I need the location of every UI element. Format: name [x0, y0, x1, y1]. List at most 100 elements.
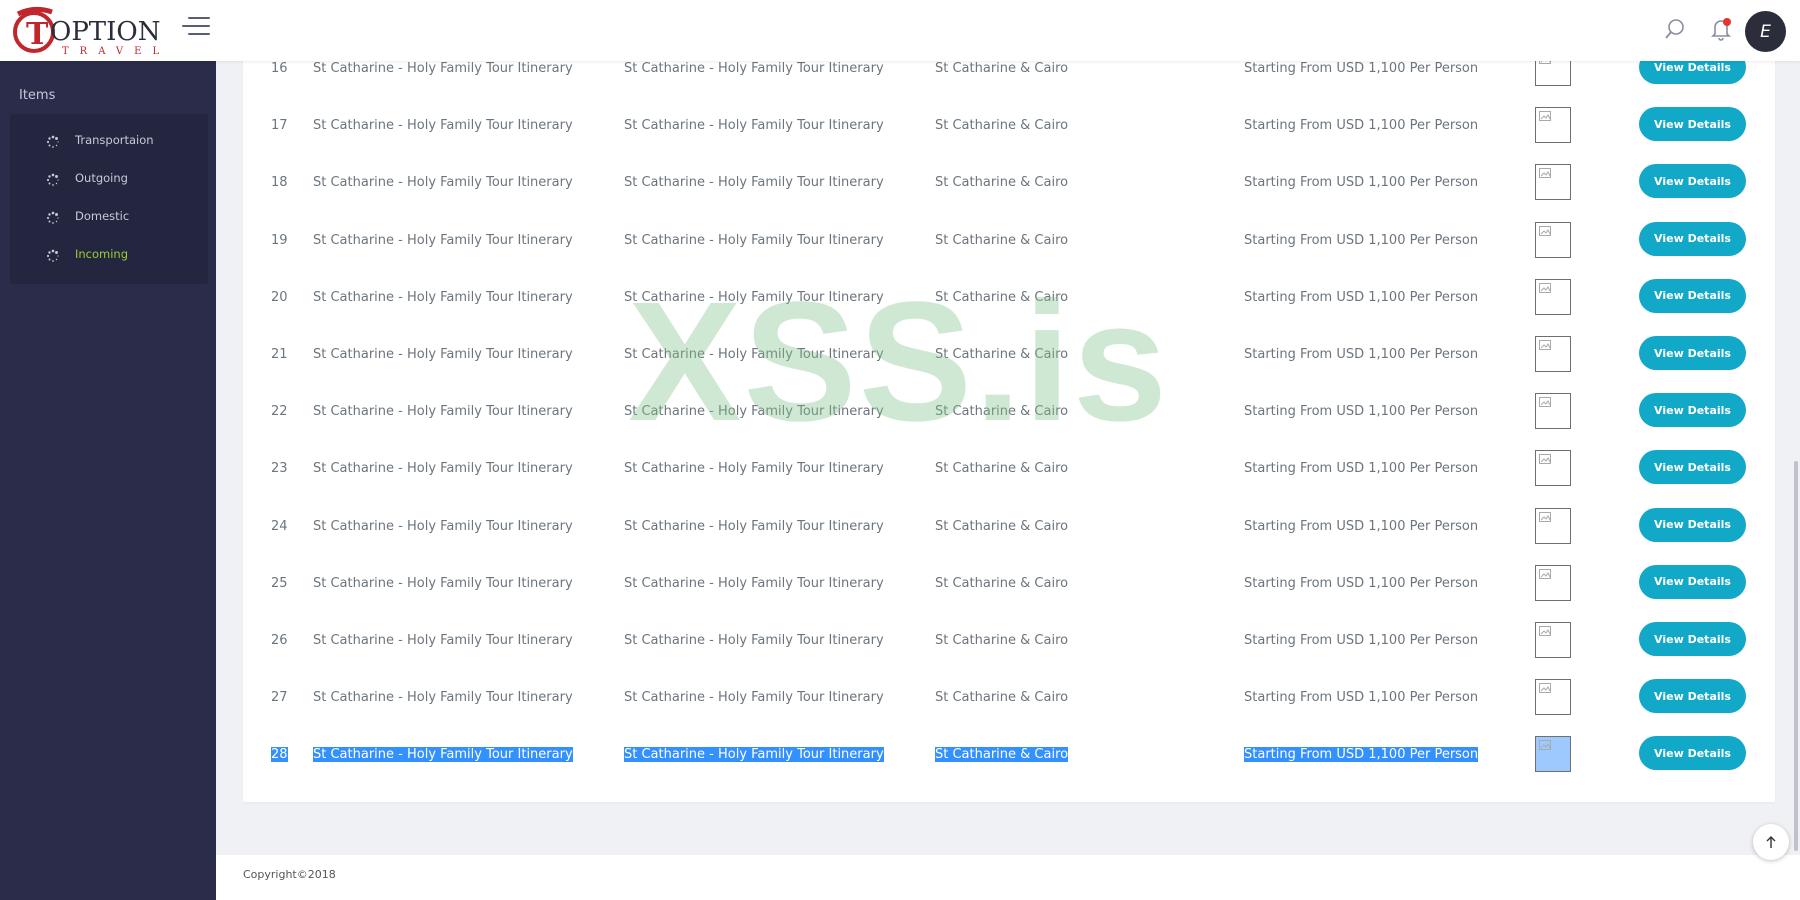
view-details-button[interactable]: View Details [1639, 507, 1746, 542]
broken-image-icon [1535, 679, 1571, 716]
row-number: 27 [271, 690, 288, 706]
tour-destination: St Catharine & Cairo [935, 289, 1069, 305]
spinner-icon [46, 172, 60, 186]
sidebar-item-incoming[interactable]: Incoming [10, 236, 208, 274]
arrow-up-icon [1766, 836, 1776, 848]
row-number: 22 [271, 404, 288, 420]
row-number: 26 [271, 633, 288, 648]
tour-name: St Catharine - Holy Family Tour Itinerar… [313, 118, 573, 134]
tour-destination: St Catharine & Cairo [935, 232, 1069, 248]
view-details-button[interactable]: View Details [1639, 679, 1746, 714]
notification-badge [1723, 18, 1731, 26]
top-header: T OPTION TRAVEL E [0, 0, 1800, 61]
view-details-button[interactable]: View Details [1639, 736, 1746, 771]
table-row: 20 St Catharine - Holy Family Tour Itiner… [243, 278, 1775, 336]
tour-title: St Catharine - Holy Family Tour Itinerar… [624, 232, 884, 248]
row-number: 20 [271, 289, 288, 305]
broken-image-icon [1535, 507, 1571, 544]
brand-logo[interactable]: T OPTION TRAVEL [12, 4, 172, 57]
broken-image-icon [1535, 336, 1571, 372]
spinner-icon [46, 248, 60, 262]
table-row: 17 St Catharine - Holy Family Tour Itiner… [243, 107, 1775, 164]
sidebar-item-outgoing[interactable]: Outgoing [10, 160, 208, 198]
view-details-button[interactable]: View Details [1639, 107, 1746, 142]
row-number: 28 [271, 747, 288, 763]
tour-name: St Catharine - Holy Family Tour Itinerar… [313, 575, 573, 591]
view-details-button[interactable]: View Details [1639, 564, 1746, 599]
logo-text: OPTION [50, 17, 161, 47]
view-details-button[interactable]: View Details [1639, 622, 1746, 656]
broken-image-icon [1535, 107, 1571, 144]
broken-image-icon [1535, 736, 1571, 773]
tour-name: St Catharine - Holy Family Tour Itinerar… [313, 347, 573, 362]
tour-destination: St Catharine & Cairo [935, 347, 1069, 362]
tour-name: St Catharine - Holy Family Tour Itinerar… [313, 747, 573, 763]
table-row: 28 St Catharine - Holy Family Tour Itiner… [243, 736, 1775, 793]
broken-image-icon [1535, 278, 1571, 315]
row-number: 21 [271, 347, 288, 362]
scrollbar-thumb[interactable] [1794, 461, 1798, 851]
sidebar: Items Transportaion Outgoing Domestic In… [0, 0, 216, 900]
view-details-button[interactable]: View Details [1639, 450, 1746, 485]
broken-image-icon [1535, 564, 1571, 601]
tour-title: St Catharine - Holy Family Tour Itinerar… [624, 175, 884, 191]
logo-subtext: TRAVEL [62, 46, 170, 56]
logo-initial: T [26, 17, 49, 52]
table-row: 26 St Catharine - Holy Family Tour Itiner… [243, 622, 1775, 679]
row-number: 19 [271, 232, 288, 248]
tour-price: Starting From USD 1,100 Per Person [1244, 118, 1479, 134]
tour-destination: St Catharine & Cairo [935, 575, 1069, 591]
tour-title: St Catharine - Holy Family Tour Itinerar… [624, 575, 884, 591]
tour-title: St Catharine - Holy Family Tour Itinerar… [624, 461, 884, 477]
tour-price: Starting From USD 1,100 Per Person [1244, 575, 1479, 591]
tour-destination: St Catharine & Cairo [935, 461, 1069, 477]
table-row: 18 St Catharine - Holy Family Tour Itiner… [243, 164, 1775, 221]
tour-price: Starting From USD 1,100 Per Person [1244, 404, 1479, 420]
tour-price: Starting From USD 1,100 Per Person [1244, 633, 1479, 648]
tour-name: St Catharine - Holy Family Tour Itinerar… [313, 61, 573, 76]
row-number: 17 [271, 118, 288, 134]
table-row: 22 St Catharine - Holy Family Tour Itiner… [243, 393, 1775, 450]
tour-name: St Catharine - Holy Family Tour Itinerar… [313, 289, 573, 305]
sidebar-item-label: Transportaion [75, 133, 154, 147]
tour-title: St Catharine - Holy Family Tour Itinerar… [624, 690, 884, 706]
tour-destination: St Catharine & Cairo [935, 690, 1069, 706]
back-to-top-button[interactable] [1753, 824, 1789, 860]
view-details-button[interactable]: View Details [1639, 336, 1746, 370]
tour-destination: St Catharine & Cairo [935, 404, 1069, 420]
row-number: 24 [271, 518, 288, 534]
tour-name: St Catharine - Holy Family Tour Itinerar… [313, 404, 573, 420]
hamburger-icon[interactable] [182, 16, 210, 36]
avatar[interactable]: E [1745, 11, 1786, 52]
broken-image-icon [1535, 622, 1571, 658]
tour-destination: St Catharine & Cairo [935, 118, 1069, 134]
tour-destination: St Catharine & Cairo [935, 175, 1069, 191]
view-details-button[interactable]: View Details [1639, 164, 1746, 199]
tour-price: Starting From USD 1,100 Per Person [1244, 175, 1479, 191]
tour-name: St Catharine - Holy Family Tour Itinerar… [313, 232, 573, 248]
row-number: 23 [271, 461, 288, 477]
view-details-button[interactable]: View Details [1639, 221, 1746, 256]
tour-destination: St Catharine & Cairo [935, 518, 1069, 534]
row-number: 25 [271, 575, 288, 591]
tour-price: Starting From USD 1,100 Per Person [1244, 518, 1479, 534]
view-details-button[interactable]: View Details [1639, 278, 1746, 313]
table-row: 24 St Catharine - Holy Family Tour Itiner… [243, 507, 1775, 565]
sidebar-item-transportation[interactable]: Transportaion [10, 122, 208, 160]
tour-title: St Catharine - Holy Family Tour Itinerar… [624, 347, 884, 362]
spinner-icon [46, 134, 60, 148]
search-icon[interactable] [1664, 18, 1686, 40]
sidebar-item-domestic[interactable]: Domestic [10, 198, 208, 236]
spinner-icon [46, 210, 60, 224]
table-row: 19 St Catharine - Holy Family Tour Itiner… [243, 221, 1775, 279]
sidebar-item-label: Domestic [75, 209, 130, 223]
broken-image-icon [1535, 450, 1571, 487]
tour-name: St Catharine - Holy Family Tour Itinerar… [313, 175, 573, 191]
broken-image-icon [1535, 164, 1571, 201]
sidebar-item-label: Incoming [75, 247, 129, 261]
sidebar-menu: Transportaion Outgoing Domestic Incoming [10, 114, 208, 284]
view-details-button[interactable]: View Details [1639, 393, 1746, 428]
tour-title: St Catharine - Holy Family Tour Itinerar… [624, 633, 884, 648]
tour-title: St Catharine - Holy Family Tour Itinerar… [624, 404, 884, 420]
tour-title: St Catharine - Holy Family Tour Itinerar… [624, 61, 884, 76]
